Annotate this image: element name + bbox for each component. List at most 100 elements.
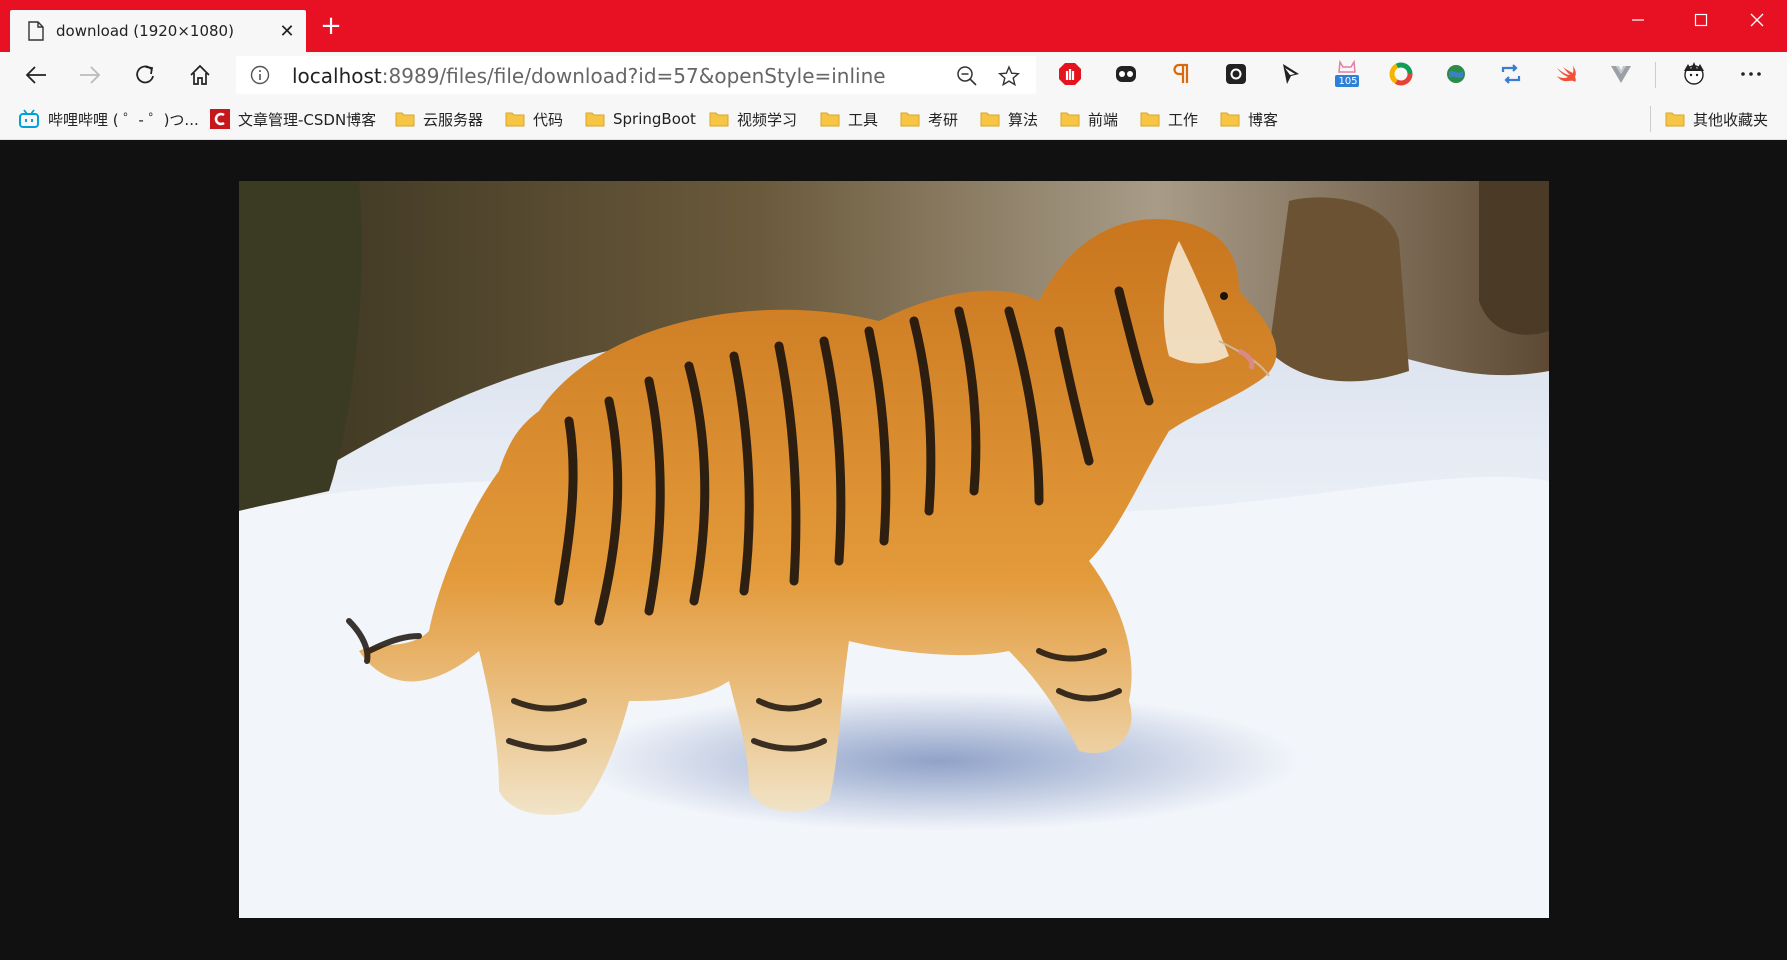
bookmark-folder-code[interactable]: 代码: [505, 107, 563, 131]
bookmark-folder-cloud[interactable]: 云服务器: [395, 107, 483, 131]
avatar-icon: [1684, 62, 1704, 85]
profile-button[interactable]: [1680, 60, 1708, 88]
favorite-button[interactable]: [996, 63, 1022, 89]
bookmark-label: 代码: [533, 110, 564, 129]
github-icon: [1226, 64, 1246, 84]
bookmark-label: 其他收藏夹: [1693, 110, 1769, 129]
maximize-icon: [1694, 13, 1708, 27]
extension-paragraph[interactable]: [1167, 60, 1195, 88]
extension-two[interactable]: [1112, 60, 1140, 88]
paragraph-icon: [1173, 63, 1189, 83]
tab-title: download (1920×1080): [56, 22, 234, 40]
folder-icon: [1060, 112, 1080, 127]
bookmark-csdn[interactable]: 文章管理-CSDN博客: [210, 107, 376, 131]
tab-close-icon[interactable]: ✕: [276, 20, 298, 42]
extension-github[interactable]: [1222, 60, 1250, 88]
extension-adblock[interactable]: [1056, 60, 1084, 88]
maximize-button[interactable]: [1672, 0, 1730, 40]
two-dots-icon: [1116, 66, 1136, 82]
bookmark-folder-work[interactable]: 工作: [1140, 107, 1198, 131]
title-bar: download (1920×1080) ✕ +: [0, 0, 1787, 52]
bookmark-bilibili[interactable]: 哔哩哔哩 ( ゜- ゜)つ...: [18, 107, 199, 131]
bookmark-label: 考研: [928, 110, 959, 129]
extension-globe[interactable]: [1442, 60, 1470, 88]
refresh-icon: [136, 65, 154, 84]
navigation-bar: localhost:8989/files/file/download?id=57…: [0, 52, 1787, 98]
folder-icon: [505, 112, 525, 127]
bookmark-label: 工具: [848, 110, 879, 129]
sync-icon: [1501, 64, 1521, 84]
url-text[interactable]: localhost:8989/files/file/download?id=57…: [292, 64, 886, 88]
new-tab-button[interactable]: +: [318, 13, 344, 40]
extension-cursor[interactable]: [1277, 60, 1305, 88]
bookmark-label: 云服务器: [423, 110, 484, 129]
zoom-out-icon: [957, 66, 977, 86]
back-arrow-icon: [25, 66, 46, 84]
folder-icon: [1140, 112, 1160, 127]
vue-icon: [1611, 66, 1631, 83]
forward-button[interactable]: [72, 58, 108, 92]
tiger-in-snow-photo: [239, 181, 1549, 918]
bookmark-folder-other[interactable]: 其他收藏夹: [1665, 107, 1768, 131]
bookmarks-bar: 哔哩哔哩 ( ゜- ゜)つ... 文章管理-CSDN博客 云服务器 代码 Spr…: [0, 98, 1787, 140]
bookmark-label: 前端: [1088, 110, 1119, 129]
swift-icon: [1557, 65, 1576, 82]
bookmark-folder-exam[interactable]: 考研: [900, 107, 958, 131]
browser-tab[interactable]: download (1920×1080) ✕: [10, 10, 306, 52]
globe-icon: [1447, 65, 1465, 83]
displayed-image[interactable]: [239, 181, 1549, 918]
extension-vue[interactable]: [1607, 60, 1635, 88]
bookmark-label: SpringBoot: [613, 110, 696, 128]
extension-swift[interactable]: [1552, 60, 1580, 88]
image-viewer: [0, 140, 1787, 960]
adblock-icon: [1059, 63, 1081, 85]
ring-icon: [1389, 62, 1413, 86]
bilibili-icon: [19, 109, 39, 128]
bookmark-folder-video[interactable]: 视频学习: [709, 107, 797, 131]
extension-chrome-like[interactable]: [1387, 60, 1415, 88]
home-icon: [190, 64, 210, 85]
more-icon: [1741, 72, 1761, 76]
info-icon[interactable]: [250, 65, 270, 85]
bookmark-folder-blog[interactable]: 博客: [1220, 107, 1278, 131]
folder-icon: [980, 112, 1000, 127]
bookmark-label: 哔哩哔哩 ( ゜- ゜)つ...: [48, 110, 199, 129]
bookmark-label: 工作: [1168, 110, 1199, 129]
bookmark-folder-springboot[interactable]: SpringBoot: [585, 107, 696, 131]
extension-badge-count: 105: [1338, 76, 1358, 87]
refresh-button[interactable]: [127, 58, 163, 92]
url-path: :8989/files/file/download?id=57&openStyl…: [381, 64, 886, 88]
bookmark-folder-frontend[interactable]: 前端: [1060, 107, 1118, 131]
star-icon: [998, 65, 1020, 87]
page-icon: [28, 21, 44, 41]
csdn-icon: [210, 109, 230, 129]
bookmarks-separator: [1650, 106, 1651, 132]
folder-icon: [709, 112, 729, 127]
extension-badge[interactable]: 105: [1331, 59, 1363, 88]
toolbar-separator: [1655, 62, 1656, 88]
folder-icon: [1220, 112, 1240, 127]
zoom-button[interactable]: [954, 63, 980, 89]
bookmark-folder-algorithm[interactable]: 算法: [980, 107, 1038, 131]
close-icon: [1750, 13, 1764, 27]
close-window-button[interactable]: [1728, 0, 1786, 40]
bookmark-folder-tools[interactable]: 工具: [820, 107, 878, 131]
bookmark-label: 博客: [1248, 110, 1279, 129]
folder-icon: [585, 112, 605, 127]
address-bar[interactable]: localhost:8989/files/file/download?id=57…: [236, 56, 1036, 94]
bookmark-label: 算法: [1008, 110, 1039, 129]
bookmark-label: 文章管理-CSDN博客: [238, 110, 377, 129]
folder-icon: [900, 112, 920, 127]
minimize-icon: [1632, 19, 1644, 21]
extension-sync[interactable]: [1497, 60, 1525, 88]
back-button[interactable]: [18, 58, 54, 92]
minimize-button[interactable]: [1609, 0, 1667, 40]
folder-icon: [1665, 112, 1685, 127]
cursor-icon: [1283, 64, 1299, 84]
home-button[interactable]: [182, 58, 218, 92]
url-host: localhost: [292, 64, 382, 88]
settings-menu-button[interactable]: [1737, 60, 1765, 88]
forward-arrow-icon: [80, 66, 101, 84]
folder-icon: [395, 112, 415, 127]
bookmark-label: 视频学习: [737, 110, 798, 129]
